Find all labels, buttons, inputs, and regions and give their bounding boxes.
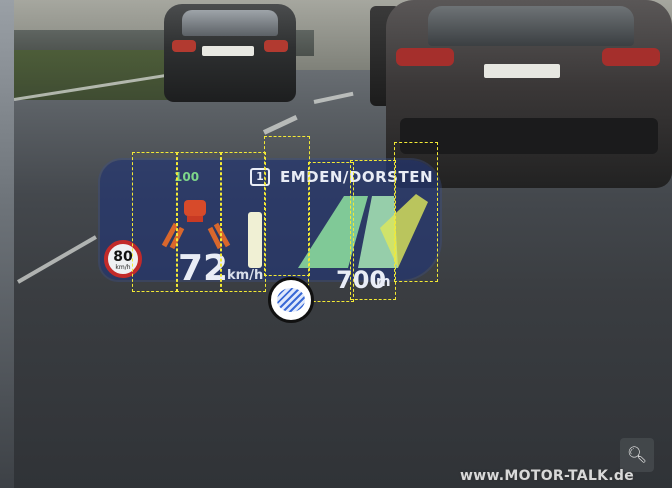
lane-marking	[17, 235, 97, 284]
annotation-box	[176, 152, 222, 292]
car-left-rear-window	[182, 10, 278, 36]
annotation-box	[308, 162, 354, 302]
road-photo: 80 km/h 100 72 km/h 1 EMDEN/DORSTEN 700 …	[14, 0, 672, 488]
annotation-box	[394, 142, 438, 282]
annotation-box	[350, 160, 396, 300]
screenshot-stage: 80 km/h 100 72 km/h 1 EMDEN/DORSTEN 700 …	[0, 0, 672, 488]
lane-marking	[262, 115, 298, 135]
suv-taillight	[602, 48, 660, 66]
annotation-box	[220, 152, 266, 292]
lane-marking	[313, 91, 354, 104]
car-left-taillight	[172, 40, 196, 52]
suv-bumper	[400, 118, 658, 154]
suv-rear-window	[428, 6, 634, 46]
suv-plate	[484, 64, 560, 78]
suv-taillight	[396, 48, 454, 66]
pointer-circle-icon	[268, 277, 314, 323]
left-edge-strip	[0, 0, 14, 488]
car-left-plate	[202, 46, 254, 56]
annotation-box	[132, 152, 178, 292]
watermark: www.MOTOR-TALK.de	[460, 468, 635, 484]
magnify-icon[interactable]: 🔍︎	[620, 438, 654, 472]
pointer-hatch	[277, 288, 305, 312]
car-left	[164, 4, 296, 102]
car-left-taillight	[264, 40, 288, 52]
annotation-box	[264, 136, 310, 276]
